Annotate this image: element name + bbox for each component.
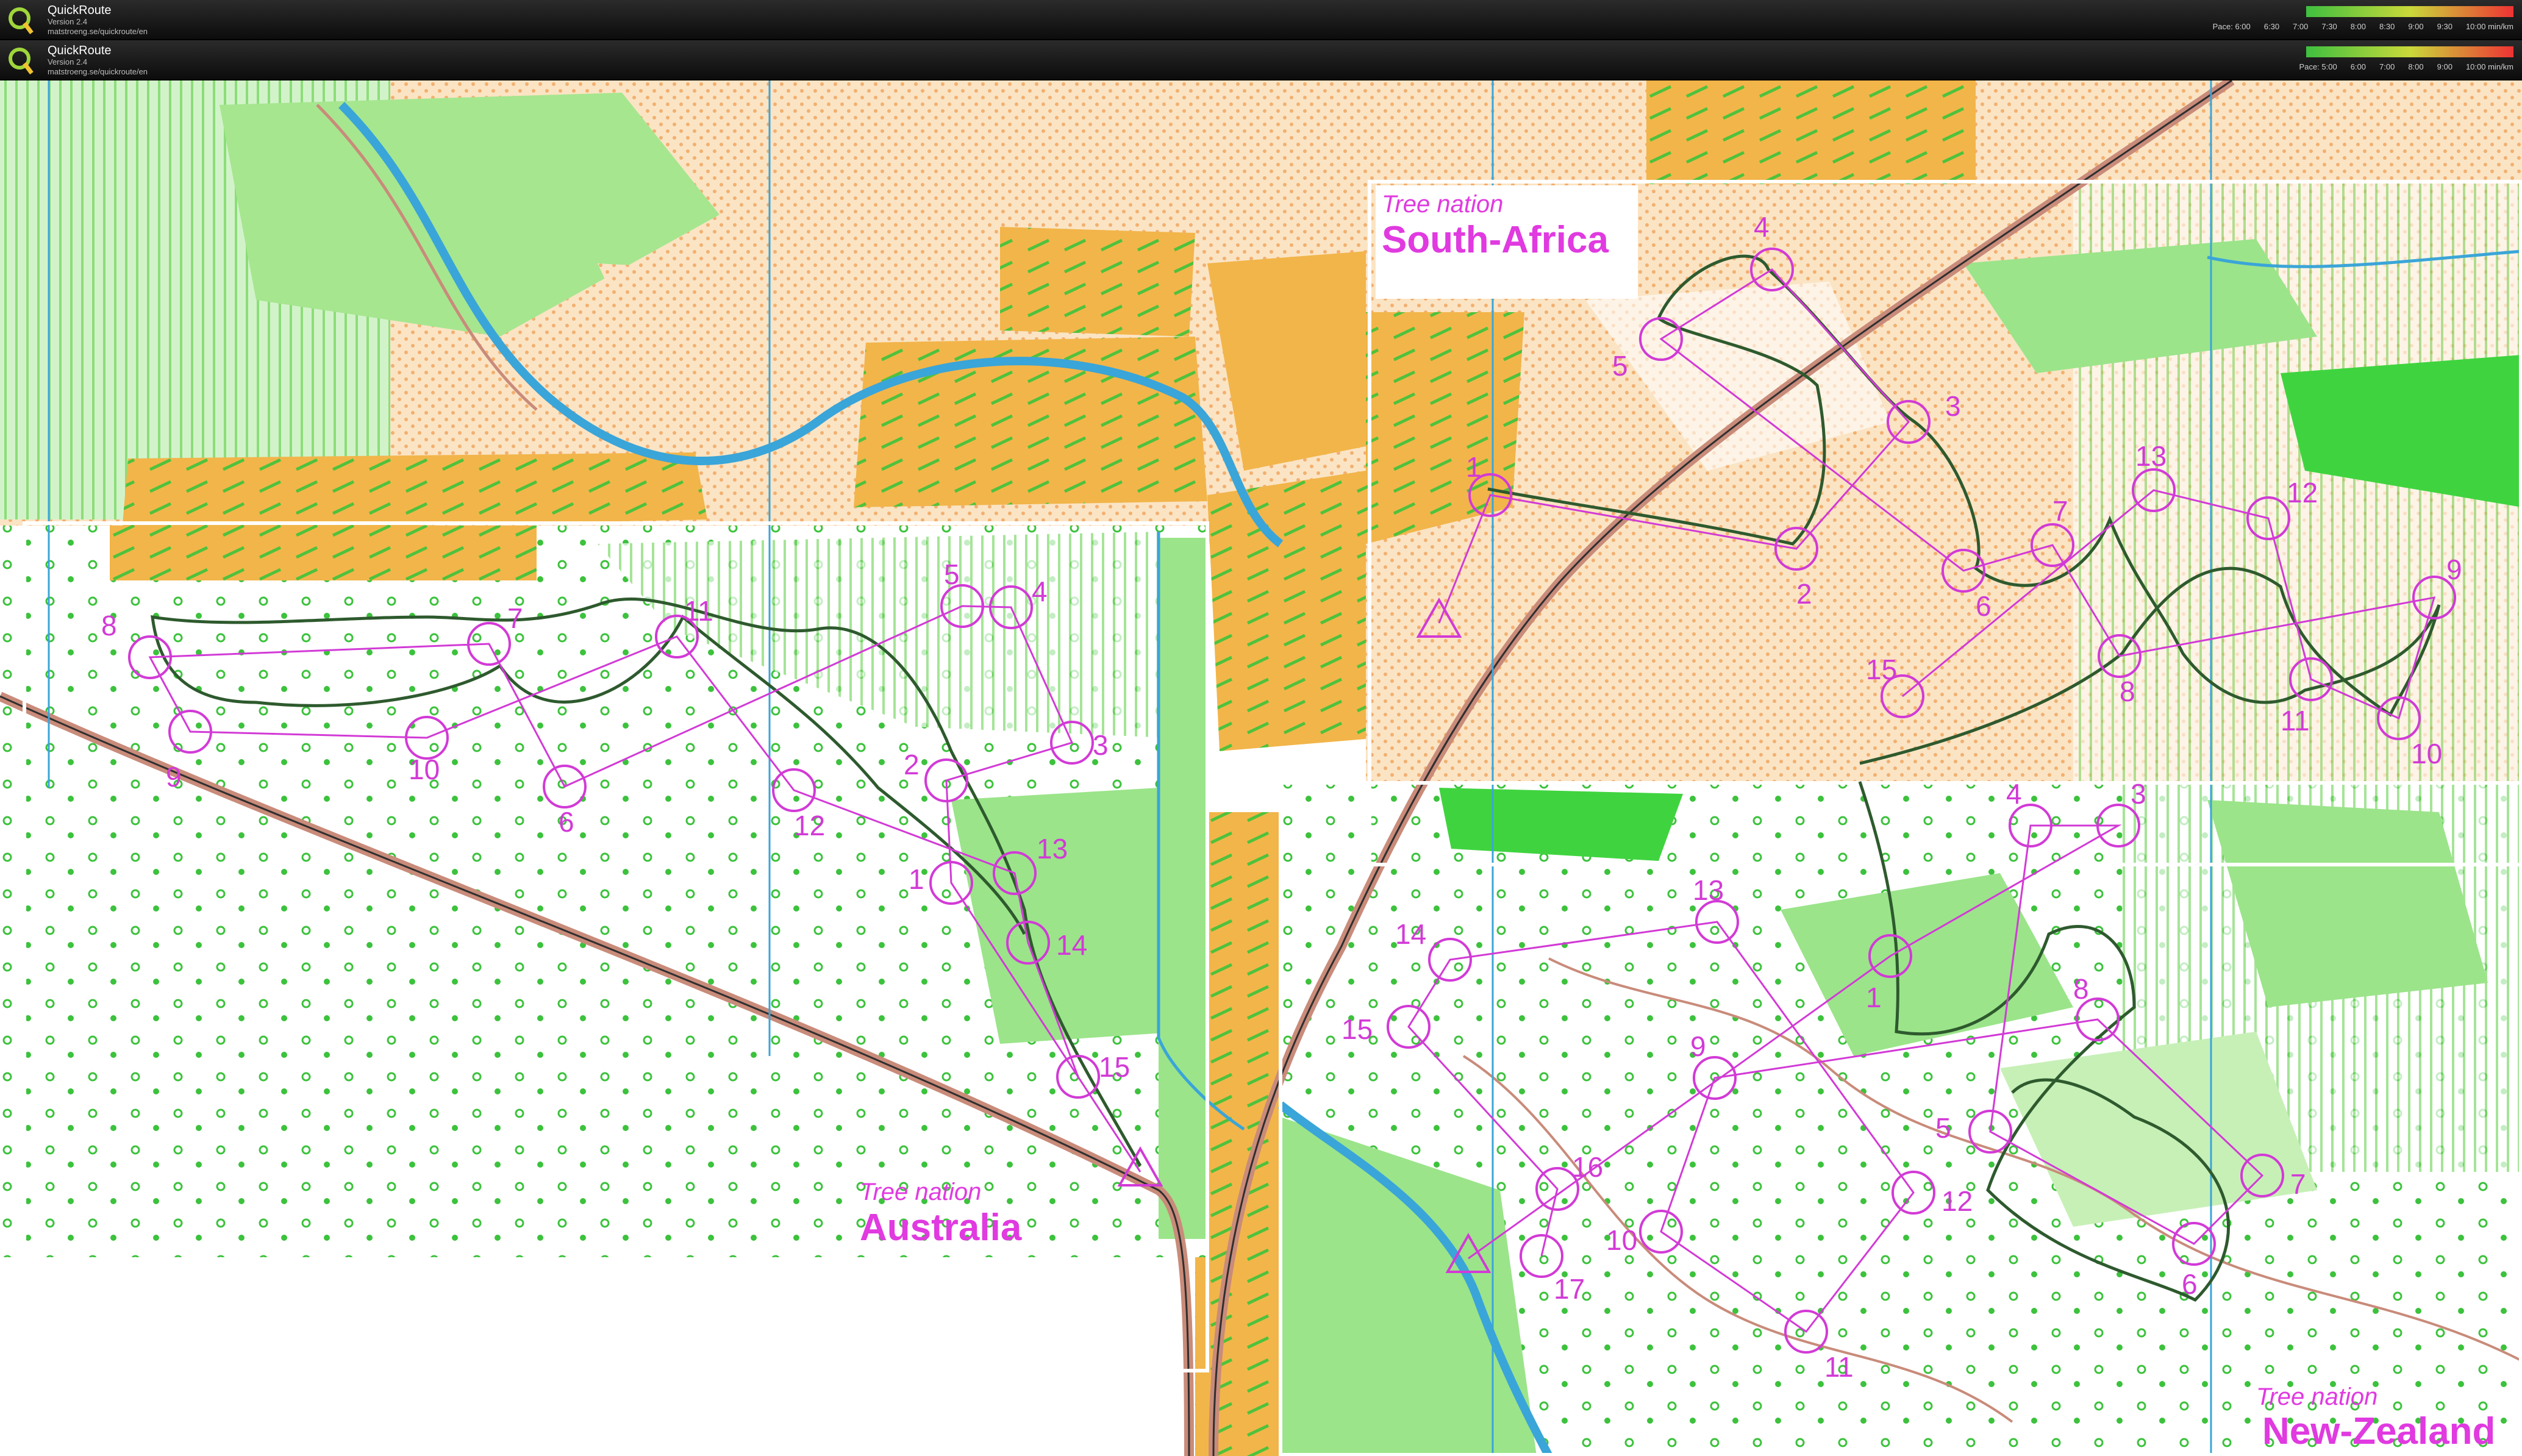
south-africa-label-main: South-Africa: [1382, 219, 1609, 261]
control-number: 6: [2182, 1268, 2198, 1300]
australia-label-sub: Tree nation: [860, 1179, 981, 1205]
control-number: 2: [904, 749, 920, 780]
control-number: 8: [2120, 676, 2135, 707]
quickroute-logo-icon: [9, 48, 34, 75]
control-number: 5: [944, 558, 960, 590]
control-number: 8: [2073, 973, 2089, 1005]
control-number: 8: [101, 610, 117, 641]
control-number: 13: [1693, 874, 1724, 906]
control-number: 11: [684, 595, 713, 627]
control-number: 13: [2135, 440, 2167, 472]
control-number: 14: [1056, 929, 1087, 961]
control-number: 3: [1945, 390, 1961, 422]
quickroute-title-bar-1: QuickRoute Version 2.4 matstroeng.se/qui…: [0, 0, 2522, 40]
control-number: 12: [794, 810, 825, 841]
control-number: 11: [2281, 705, 2310, 737]
control-number: 16: [1572, 1151, 1603, 1183]
orienteering-map-canvas[interactable]: 123456789 1011121314151234567891011121315…: [0, 80, 2522, 1456]
control-number: 10: [2411, 738, 2442, 769]
pace-scale-labels: Pace: 6:00 6:30 7:00 7:30 8:00 8:30 9:00 9:30 10…: [2212, 22, 2513, 31]
control-number: 15: [1866, 654, 1897, 685]
app-version: Version 2.4: [48, 57, 88, 66]
control-number: 3: [1093, 729, 1109, 761]
control-number: 6: [1976, 590, 1992, 622]
control-number: 10: [409, 754, 440, 785]
control-number: 5: [1612, 350, 1628, 382]
control-number: 5: [1935, 1112, 1951, 1144]
control-number: 15: [1341, 1013, 1373, 1045]
new-zealand-label-main: New-Zealand: [2262, 1410, 2495, 1452]
control-number: 3: [2131, 778, 2146, 810]
control-number: 2: [1796, 578, 1812, 610]
control-number: 1: [909, 863, 924, 895]
pace-scale-labels: Pace: 5:00 6:00 7:00 8:00 9:00 10:00 min/km: [2299, 62, 2513, 71]
control-number: 17: [1554, 1273, 1585, 1305]
app-site: matstroeng.se/quickroute/en: [48, 67, 148, 76]
control-number: 4: [2006, 778, 2022, 810]
app-version: Version 2.4: [48, 17, 88, 26]
control-number: 7: [507, 602, 523, 634]
control-number: 12: [2287, 477, 2318, 509]
control-number: 12: [1942, 1185, 1973, 1217]
control-number: 7: [2290, 1168, 2306, 1200]
quickroute-title-bar-2: QuickRoute Version 2.4 matstroeng.se/qui…: [0, 40, 2522, 80]
control-number: 15: [1099, 1051, 1130, 1083]
app-site: matstroeng.se/quickroute/en: [48, 27, 148, 36]
map-new-zealand-area: [1277, 782, 2522, 1456]
australia-label-main: Australia: [860, 1207, 1022, 1249]
control-number: 11: [1824, 1351, 1854, 1383]
pace-color-scale: [2306, 46, 2513, 57]
map-australia-area: [0, 526, 1245, 1257]
control-number: 14: [1395, 918, 1426, 950]
control-number: 10: [1606, 1224, 1637, 1256]
control-number: 13: [1037, 833, 1068, 865]
control-number: 1: [1866, 982, 1882, 1013]
south-africa-label-sub: Tree nation: [1382, 191, 1503, 218]
control-number: 9: [2446, 554, 2462, 585]
app-name: QuickRoute: [48, 4, 112, 17]
control-number: 7: [2052, 495, 2068, 527]
control-number: 1: [1466, 451, 1482, 483]
pace-color-scale: [2306, 6, 2513, 17]
app-name: QuickRoute: [48, 44, 112, 57]
quickroute-logo-icon: [9, 7, 34, 35]
new-zealand-label-sub: Tree nation: [2256, 1383, 2377, 1410]
control-number: 9: [1690, 1030, 1706, 1062]
control-number: 9: [166, 761, 182, 793]
control-number: 4: [1032, 576, 1048, 607]
control-number: 6: [559, 806, 574, 838]
control-number: 4: [1754, 211, 1770, 243]
